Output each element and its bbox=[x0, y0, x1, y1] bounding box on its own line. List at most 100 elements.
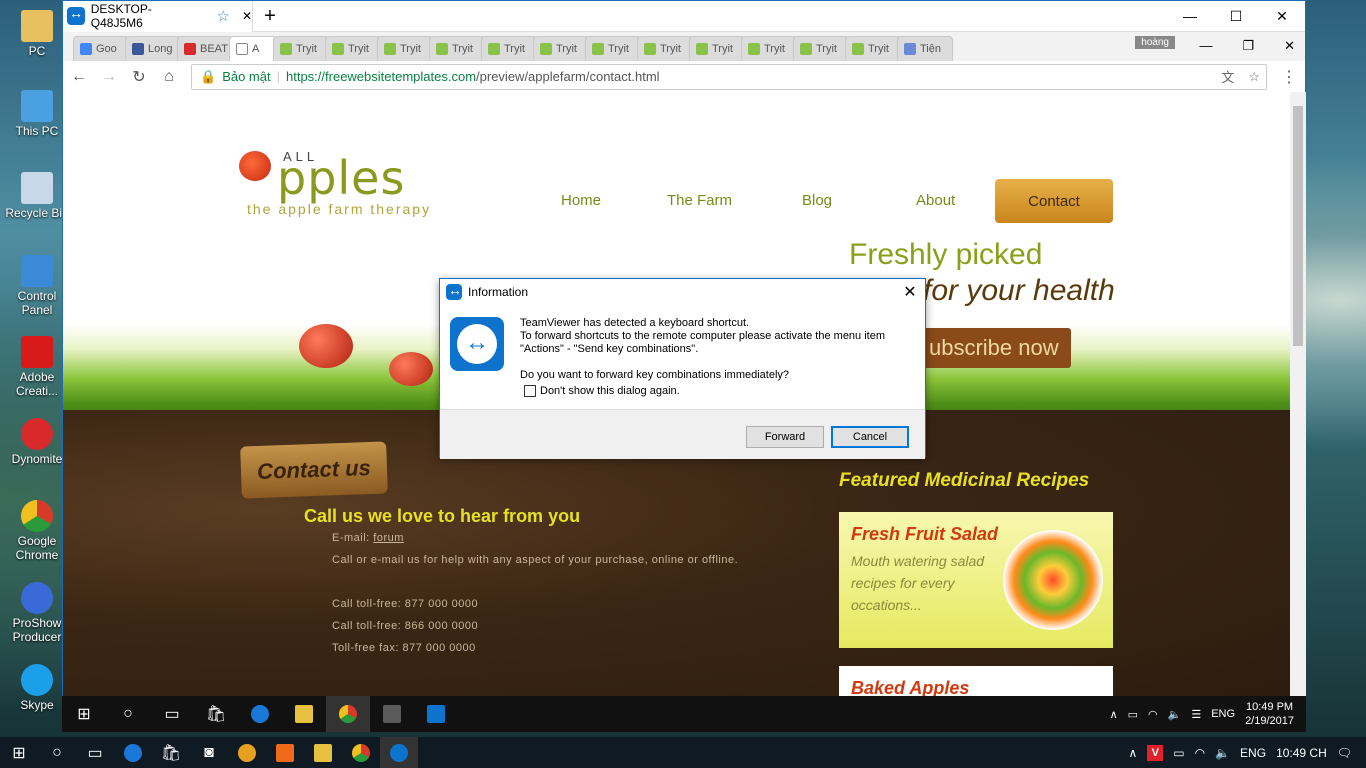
nav-home[interactable]: Home bbox=[561, 192, 601, 209]
volume-icon[interactable]: 🔈 bbox=[1215, 746, 1230, 760]
chrome-tab[interactable]: Tryit bbox=[377, 36, 433, 61]
desktop-icon-skype[interactable]: Skype bbox=[4, 664, 70, 712]
dont-show-checkbox[interactable]: Don't show this dialog again. bbox=[524, 385, 680, 397]
remote-clock[interactable]: 10:49 PM 2/19/2017 bbox=[1245, 700, 1294, 728]
recipe-card-fruit-salad[interactable]: Fresh Fruit Salad Mouth watering salad r… bbox=[839, 512, 1113, 648]
xampp-icon[interactable] bbox=[266, 737, 304, 768]
tray-chevron-icon[interactable]: ∧ bbox=[1110, 708, 1118, 721]
battery-icon[interactable]: ▭ bbox=[1128, 708, 1138, 721]
search-icon[interactable]: ○ bbox=[106, 696, 150, 732]
store-icon[interactable]: 🛍 bbox=[194, 696, 238, 732]
chrome-tab[interactable]: Tryit bbox=[533, 36, 589, 61]
desktop-icon-recycle-bin[interactable]: Recycle Bin bbox=[4, 172, 70, 220]
local-clock[interactable]: 10:49 CH bbox=[1276, 746, 1327, 760]
back-icon[interactable]: ← bbox=[71, 68, 87, 86]
cancel-button[interactable]: Cancel bbox=[831, 426, 909, 448]
chrome-tab[interactable]: Tryit bbox=[637, 36, 693, 61]
nav-blog[interactable]: Blog bbox=[802, 192, 832, 209]
bookmark-star-icon[interactable]: ☆ bbox=[1248, 69, 1260, 85]
task-view-icon[interactable]: ▭ bbox=[76, 737, 114, 768]
camera-icon[interactable]: ◙ bbox=[190, 737, 228, 768]
remote-session-tab[interactable]: DESKTOP-Q48J5M6 ☆ ✕ bbox=[63, 1, 253, 32]
minimize-button[interactable]: — bbox=[1167, 8, 1213, 25]
recipe-title[interactable]: Baked Apples bbox=[851, 678, 969, 696]
language-indicator[interactable]: ENG bbox=[1240, 746, 1266, 760]
recipe-card-baked-apples[interactable]: Baked Apples bbox=[839, 666, 1113, 696]
chrome-menu-icon[interactable]: ⋮ bbox=[1281, 67, 1297, 87]
new-session-button[interactable]: + bbox=[253, 5, 287, 28]
chrome-tab[interactable]: Tryit bbox=[481, 36, 537, 61]
chrome-tab[interactable]: BEAT bbox=[177, 36, 233, 61]
close-window-button[interactable]: ✕ bbox=[1259, 8, 1305, 25]
chrome-tab[interactable]: Tryit bbox=[429, 36, 485, 61]
chrome-tab[interactable]: Goo bbox=[73, 36, 129, 61]
desktop-icon-proshow[interactable]: ProShow Producer bbox=[4, 582, 70, 644]
dialog-close-icon[interactable]: ✕ bbox=[895, 282, 925, 302]
chrome-tab[interactable]: Tryit bbox=[689, 36, 745, 61]
chrome-tab-active[interactable]: A bbox=[229, 36, 277, 61]
vietkey-icon[interactable]: V bbox=[1147, 744, 1164, 761]
chrome-close-button[interactable]: ✕ bbox=[1284, 38, 1295, 54]
checkbox-box[interactable] bbox=[524, 385, 536, 397]
tray-chevron-icon[interactable]: ∧ bbox=[1128, 746, 1137, 760]
chrome-profile-button[interactable]: hoàng bbox=[1135, 36, 1175, 49]
forward-icon[interactable]: → bbox=[101, 68, 117, 86]
edge-icon[interactable] bbox=[238, 696, 282, 732]
nav-the-farm[interactable]: The Farm bbox=[667, 192, 732, 209]
task-view-icon[interactable]: ▭ bbox=[150, 696, 194, 732]
battery-icon[interactable]: ▭ bbox=[1173, 746, 1184, 760]
chrome-taskbar-icon[interactable] bbox=[326, 696, 370, 732]
windows-start-icon[interactable]: ⊞ bbox=[0, 737, 38, 768]
forum-link[interactable]: forum bbox=[373, 532, 404, 544]
address-bar[interactable]: 🔒 Bảo mật | https://freewebsitetemplates… bbox=[191, 63, 1267, 90]
desktop-icon-adobe[interactable]: Adobe Creati... bbox=[4, 336, 70, 398]
desktop-icon-this-pc[interactable]: This PC bbox=[4, 90, 70, 138]
file-explorer-icon[interactable] bbox=[304, 737, 342, 768]
edge-icon[interactable] bbox=[114, 737, 152, 768]
chrome-tab[interactable]: Tryit bbox=[325, 36, 381, 61]
app-icon[interactable] bbox=[228, 737, 266, 768]
teamviewer-logo-icon: ↔ bbox=[450, 317, 504, 371]
desktop-icon-dynomite[interactable]: Dynomite bbox=[4, 418, 70, 466]
recipe-title[interactable]: Fresh Fruit Salad bbox=[851, 524, 998, 545]
volume-icon[interactable]: 🔈 bbox=[1168, 708, 1182, 721]
wifi-icon[interactable]: ◠ bbox=[1195, 746, 1205, 760]
language-indicator[interactable]: ENG bbox=[1211, 708, 1235, 720]
chrome-tab[interactable]: Tiện bbox=[897, 36, 953, 61]
search-icon[interactable]: ○ bbox=[38, 737, 76, 768]
home-icon[interactable]: ⌂ bbox=[161, 68, 177, 86]
translate-icon[interactable]: 文 bbox=[1221, 67, 1234, 86]
teamviewer-taskbar-icon[interactable] bbox=[414, 696, 458, 732]
local-taskbar: ⊞ ○ ▭ 🛍 ◙ ∧ V ▭ ◠ 🔈 ENG 10:49 CH 🗨 bbox=[0, 737, 1366, 768]
store-icon[interactable]: 🛍 bbox=[152, 737, 190, 768]
maximize-button[interactable]: ☐ bbox=[1213, 8, 1259, 25]
subscribe-button[interactable]: ubscribe now bbox=[921, 328, 1071, 368]
reload-icon[interactable]: ↻ bbox=[131, 67, 147, 87]
chrome-taskbar-icon[interactable] bbox=[342, 737, 380, 768]
wifi-icon[interactable]: ◠ bbox=[1148, 708, 1158, 721]
forward-button[interactable]: Forward bbox=[746, 426, 824, 448]
chrome-tab[interactable]: Tryit bbox=[585, 36, 641, 61]
nav-contact[interactable]: Contact bbox=[995, 179, 1113, 223]
chrome-tab[interactable]: Tryit bbox=[273, 36, 329, 61]
nav-about[interactable]: About bbox=[916, 192, 955, 209]
page-scrollbar[interactable] bbox=[1290, 92, 1306, 696]
desktop-icon-control-panel[interactable]: Control Panel bbox=[4, 255, 70, 317]
windows-start-icon[interactable]: ⊞ bbox=[62, 696, 106, 732]
chrome-tab[interactable]: Tryit bbox=[793, 36, 849, 61]
chrome-restore-button[interactable]: ❐ bbox=[1242, 38, 1254, 54]
close-tab-icon[interactable]: ✕ bbox=[242, 9, 252, 23]
chrome-tab[interactable]: Tryit bbox=[845, 36, 901, 61]
notification-icon[interactable]: 🗨 bbox=[1337, 746, 1352, 760]
star-icon[interactable]: ☆ bbox=[216, 7, 229, 25]
chrome-minimize-button[interactable]: — bbox=[1199, 38, 1212, 54]
chrome-tab[interactable]: Tryit bbox=[741, 36, 797, 61]
file-explorer-icon[interactable] bbox=[282, 696, 326, 732]
notification-icon[interactable]: ☰ bbox=[1191, 708, 1201, 721]
chrome-tab[interactable]: Long bbox=[125, 36, 181, 61]
sublime-icon[interactable] bbox=[370, 696, 414, 732]
teamviewer-taskbar-icon[interactable] bbox=[380, 737, 418, 768]
desktop-icon-pc[interactable]: PC bbox=[4, 10, 70, 58]
scrollbar-thumb[interactable] bbox=[1293, 106, 1303, 346]
desktop-icon-chrome[interactable]: Google Chrome bbox=[4, 500, 70, 562]
